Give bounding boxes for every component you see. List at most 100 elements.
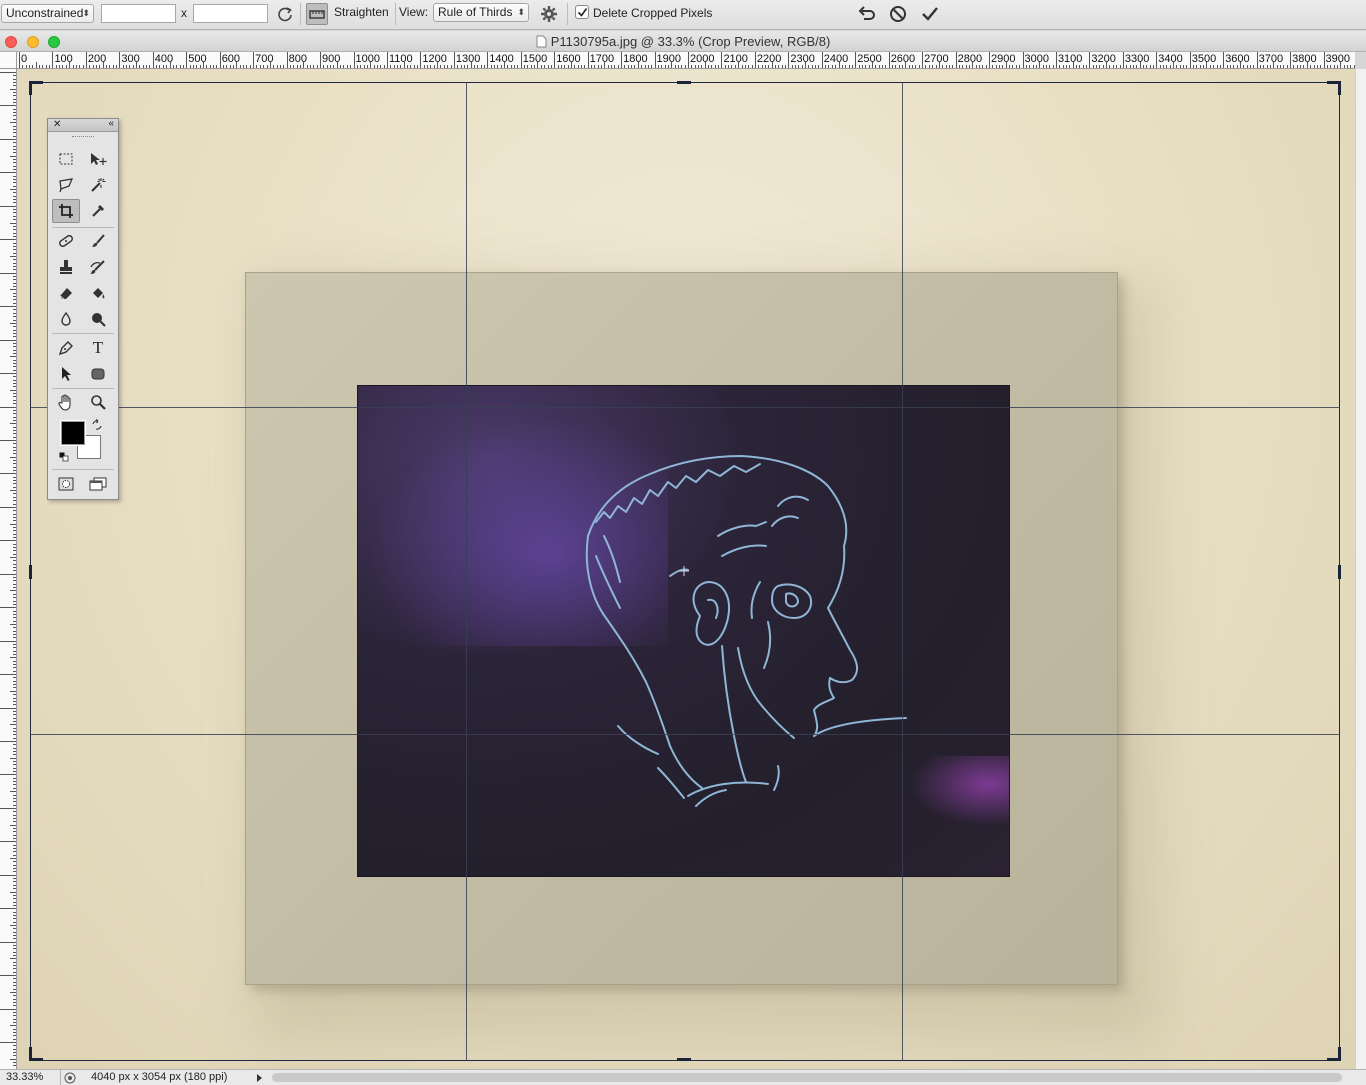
ruler-minor-tick: [13, 660, 16, 662]
ruler-label: 2000: [690, 53, 715, 65]
close-panel-icon[interactable]: ✕: [53, 119, 61, 130]
ruler-minor-tick: [594, 65, 596, 68]
blur-tool[interactable]: [52, 307, 80, 331]
history-brush-tool[interactable]: [84, 255, 112, 279]
zoom-level[interactable]: 33.33%: [6, 1070, 43, 1085]
ruler-major-tick: [1189, 52, 1191, 68]
crop-handle-bottom-left[interactable]: [29, 1047, 32, 1061]
move-tool[interactable]: [84, 147, 112, 171]
ruler-minor-tick: [724, 65, 726, 68]
ruler-minor-tick: [13, 854, 16, 856]
tools-panel-header[interactable]: ✕ «: [48, 118, 118, 132]
crop-handle-top-right[interactable]: [1338, 81, 1341, 95]
delete-cropped-checkbox[interactable]: [575, 5, 589, 19]
collapse-panel-icon[interactable]: «: [108, 118, 114, 129]
clone-stamp-tool[interactable]: [52, 255, 80, 279]
crop-handle-bottom[interactable]: [677, 1058, 691, 1061]
ruler-minor-tick: [13, 697, 16, 699]
commit-crop-button[interactable]: [919, 3, 941, 25]
ruler-minor-tick: [13, 219, 16, 221]
crop-tool[interactable]: [52, 199, 80, 223]
quick-selection-tool[interactable]: [84, 173, 112, 197]
ruler-minor-tick: [1002, 65, 1004, 68]
ruler-minor-tick: [149, 65, 151, 68]
pen-tool[interactable]: [52, 336, 80, 360]
path-selection-tool[interactable]: [52, 362, 80, 386]
cancel-crop-button[interactable]: [887, 3, 909, 25]
ruler-minor-tick: [557, 65, 559, 68]
straighten-icon: [309, 10, 325, 19]
default-colors-icon[interactable]: [59, 452, 69, 462]
ruler-minor-tick: [1229, 65, 1231, 68]
ruler-minor-tick: [323, 65, 325, 68]
ruler-label: 1700: [589, 53, 615, 65]
horizontal-scrollbar[interactable]: [272, 1073, 1342, 1082]
ruler-major-tick: [0, 941, 16, 943]
ruler-minor-tick: [958, 65, 960, 68]
eraser-tool[interactable]: [52, 281, 80, 305]
crop-settings-button[interactable]: [538, 3, 560, 25]
ruler-minor-tick: [1096, 65, 1098, 68]
crop-handle-top[interactable]: [677, 81, 691, 84]
vertical-scrollbar[interactable]: [1355, 69, 1366, 1069]
healing-brush-tool[interactable]: [52, 229, 80, 253]
horizontal-ruler[interactable]: 0 100 200 300 400 500 600 700 800 900 1000 1100 1200…: [17, 52, 1355, 69]
ruler-minor-tick: [995, 65, 997, 68]
vertical-ruler[interactable]: [0, 69, 17, 1069]
crop-handle-top-left[interactable]: [29, 81, 32, 95]
crop-height-input[interactable]: [193, 4, 268, 23]
ruler-minor-tick: [417, 65, 419, 68]
status-info-icon[interactable]: [64, 1072, 76, 1084]
crop-handle-bottom-right[interactable]: [1338, 1047, 1341, 1061]
ruler-minor-tick: [13, 262, 16, 264]
document-canvas[interactable]: [17, 69, 1355, 1069]
ruler-minor-tick: [42, 65, 44, 68]
screen-mode-button[interactable]: [84, 472, 112, 496]
zoom-tool[interactable]: [84, 390, 112, 414]
ruler-minor-tick: [714, 65, 716, 68]
status-menu-arrow-icon[interactable]: [254, 1073, 264, 1083]
ruler-minor-tick: [10, 356, 16, 358]
crop-handle-left[interactable]: [29, 565, 32, 579]
shape-tool[interactable]: [84, 362, 112, 386]
ruler-minor-tick: [13, 971, 16, 973]
ruler-minor-tick: [13, 266, 16, 267]
ruler-minor-tick: [1316, 65, 1318, 68]
type-tool[interactable]: T: [84, 336, 112, 360]
thirds-guide-vertical: [466, 82, 467, 1061]
ruler-minor-tick: [667, 65, 669, 68]
reset-crop-button[interactable]: [856, 3, 878, 25]
quick-mask-button[interactable]: [52, 472, 80, 496]
swap-dimensions-button[interactable]: [274, 3, 296, 25]
ruler-minor-tick: [1052, 65, 1054, 68]
lasso-tool[interactable]: [52, 173, 80, 197]
foreground-color-swatch[interactable]: [60, 420, 86, 446]
view-mode-select[interactable]: Rule of Thirds ⬍: [433, 3, 529, 22]
ruler-minor-tick: [13, 416, 16, 418]
dodge-tool[interactable]: [84, 307, 112, 331]
ruler-minor-tick: [13, 1045, 16, 1047]
ruler-major-tick: [1323, 52, 1325, 68]
eyedropper-tool[interactable]: [84, 199, 112, 223]
crop-handle-right[interactable]: [1338, 565, 1341, 579]
swap-colors-icon[interactable]: [91, 419, 103, 431]
ruler-origin[interactable]: [0, 52, 17, 69]
hand-tool[interactable]: [52, 390, 80, 414]
ratio-preset-select[interactable]: Unconstrained ⬍: [1, 4, 94, 23]
marquee-tool[interactable]: [52, 147, 80, 171]
ruler-minor-tick: [1296, 65, 1298, 68]
ruler-minor-tick: [13, 396, 16, 398]
crop-width-input[interactable]: [101, 4, 176, 23]
ruler-major-tick: [253, 52, 255, 68]
ruler-minor-tick: [259, 65, 261, 68]
ruler-minor-tick: [13, 1021, 16, 1023]
ruler-minor-tick: [13, 794, 16, 796]
paint-bucket-tool[interactable]: [84, 281, 112, 305]
ruler-minor-tick: [72, 65, 74, 68]
ruler-minor-tick: [13, 215, 16, 217]
straighten-button[interactable]: [306, 3, 328, 25]
ruler-minor-tick: [440, 65, 442, 68]
ruler-minor-tick: [13, 610, 16, 612]
history-brush-icon: [90, 260, 105, 274]
brush-tool[interactable]: [84, 229, 112, 253]
